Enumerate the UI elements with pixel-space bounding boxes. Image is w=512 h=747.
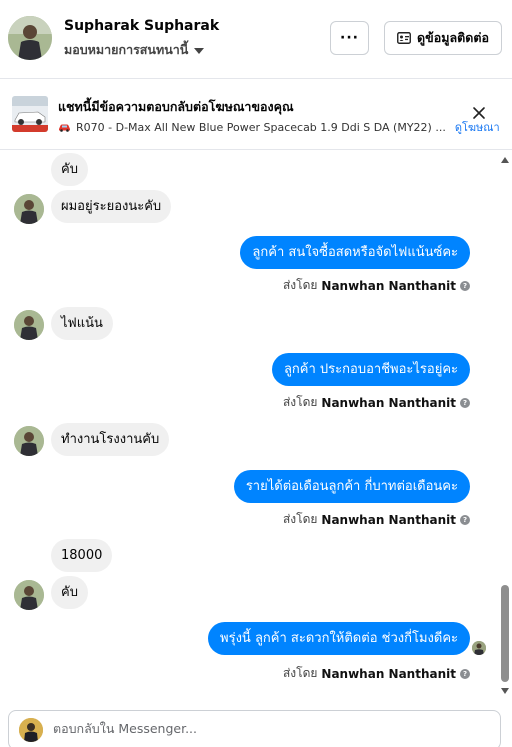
ad-vehicle-text: R070 - D-Max All New Blue Power Spacecab… <box>76 120 446 134</box>
caret-down-icon <box>194 47 205 54</box>
outgoing-message[interactable]: ลูกค้า ประกอบอาชีพอะไรอยู่คะ <box>271 353 470 386</box>
ad-reply-banner: แชทนี้มีข้อความตอบกลับต่อโฆษณาของคุณ R07… <box>0 80 512 150</box>
assign-conversation-label: มอบหมายการสนทนานี้ <box>64 42 189 57</box>
info-icon[interactable]: ? <box>460 280 470 291</box>
reply-input[interactable] <box>53 721 473 736</box>
sent-by-prefix: ส่งโดย <box>282 512 318 526</box>
assign-conversation-dropdown[interactable]: มอบหมายการสนทนานี้ <box>64 40 205 60</box>
incoming-message[interactable]: ไฟแน้น <box>51 307 113 340</box>
message-thread[interactable]: คับ ผมอยู่ระยองนะคับ ลูกค้า สนใจซื้อสดหร… <box>0 151 512 700</box>
customer-name[interactable]: Supharak Supharak <box>64 18 219 34</box>
more-options-button[interactable]: ··· <box>330 21 369 55</box>
more-icon: ··· <box>340 30 359 46</box>
customer-avatar-small <box>14 580 44 610</box>
sender-name[interactable]: Nanwhan Nanthanit <box>321 667 456 681</box>
seen-avatar <box>472 641 486 655</box>
sender-name[interactable]: Nanwhan Nanthanit <box>321 279 456 293</box>
incoming-message[interactable]: ทำงานโรงงานคับ <box>51 423 170 456</box>
customer-avatar-small <box>14 426 44 456</box>
incoming-message[interactable]: คับ <box>51 153 88 186</box>
reply-composer[interactable] <box>8 710 501 747</box>
sent-by-prefix: ส่งโดย <box>282 278 318 292</box>
view-contact-label: ดูข้อมูลติดต่อ <box>417 30 489 45</box>
sent-by-prefix: ส่งโดย <box>282 395 318 409</box>
customer-avatar-small <box>14 310 44 340</box>
car-icon <box>59 124 70 132</box>
ad-thumbnail[interactable] <box>12 96 48 132</box>
ad-banner-title: แชทนี้มีข้อความตอบกลับต่อโฆษณาของคุณ <box>58 99 294 114</box>
sender-name[interactable]: Nanwhan Nanthanit <box>321 396 456 410</box>
info-icon[interactable]: ? <box>460 397 470 408</box>
page-avatar <box>19 718 43 742</box>
incoming-message[interactable]: ผมอยู่ระยองนะคับ <box>51 190 172 223</box>
sender-name[interactable]: Nanwhan Nanthanit <box>321 513 456 527</box>
conversation-header: Supharak Supharak มอบหมายการสนทนานี้ ···… <box>0 0 512 79</box>
sent-by-label: ส่งโดย Nanwhan Nanthanit ? <box>283 393 470 412</box>
sent-by-label: ส่งโดย Nanwhan Nanthanit ? <box>283 664 470 683</box>
info-icon[interactable]: ? <box>460 668 470 679</box>
incoming-message[interactable]: 18000 <box>51 539 113 572</box>
contact-card-icon <box>397 32 411 44</box>
info-icon[interactable]: ? <box>460 514 470 525</box>
outgoing-message[interactable]: ลูกค้า สนใจซื้อสดหรือจัดไฟแน้นซ์คะ <box>240 236 470 269</box>
customer-avatar-small <box>14 194 44 224</box>
scroll-up-arrow-icon[interactable] <box>501 157 509 163</box>
sent-by-prefix: ส่งโดย <box>282 666 318 680</box>
scroll-down-arrow-icon[interactable] <box>501 688 509 694</box>
sent-by-label: ส่งโดย Nanwhan Nanthanit ? <box>283 276 470 295</box>
outgoing-message[interactable]: พรุ่งนี้ ลูกค้า สะดวกให้ติดต่อ ช่วงกี่โม… <box>208 622 470 655</box>
close-icon[interactable] <box>470 104 488 122</box>
outgoing-message[interactable]: รายได้ต่อเดือนลูกค้า กี่บาทต่อเดือนคะ <box>233 470 470 503</box>
view-contact-button[interactable]: ดูข้อมูลติดต่อ <box>384 21 502 55</box>
ad-banner-subtitle: R070 - D-Max All New Blue Power Spacecab… <box>58 118 500 136</box>
scrollbar-thumb[interactable] <box>501 585 509 682</box>
sent-by-label: ส่งโดย Nanwhan Nanthanit ? <box>283 510 470 529</box>
incoming-message[interactable]: คับ <box>51 576 88 609</box>
customer-avatar[interactable] <box>8 16 52 60</box>
